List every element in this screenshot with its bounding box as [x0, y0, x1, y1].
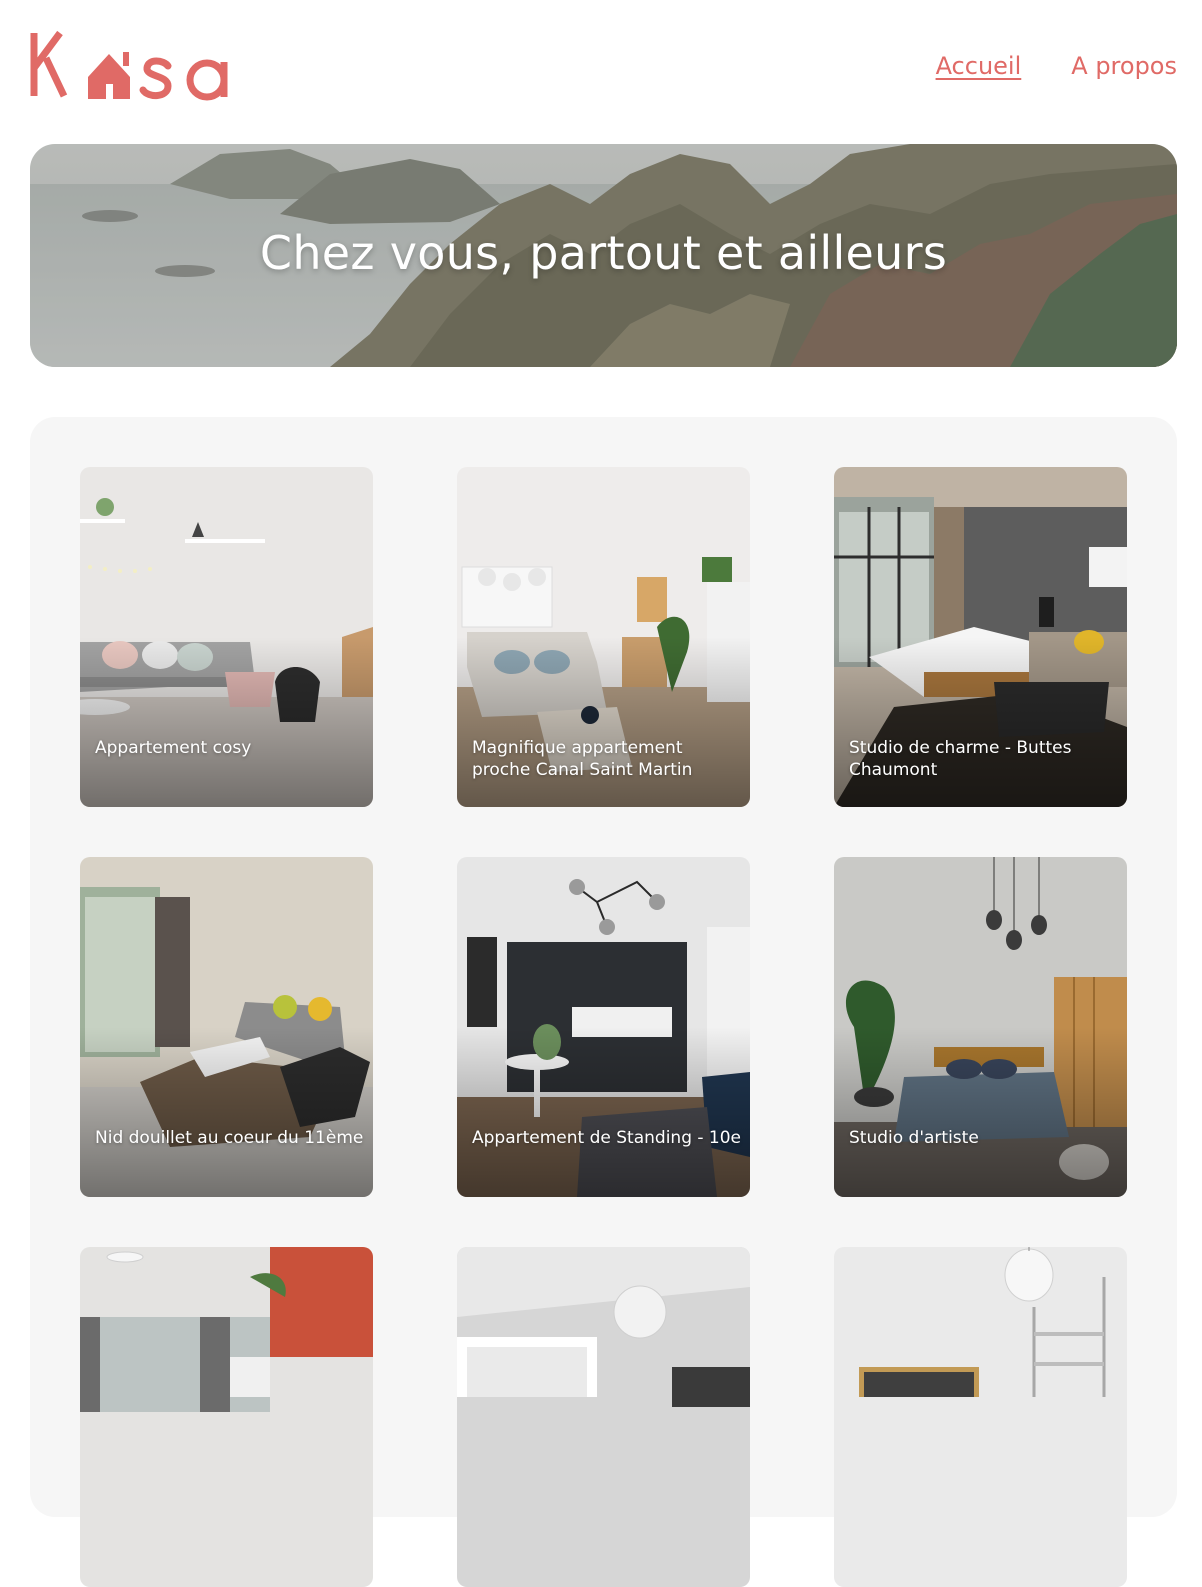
listing-title: Nid douillet au coeur du 11ème: [95, 1128, 364, 1148]
kasa-logo[interactable]: [30, 30, 242, 102]
listing-card[interactable]: Appartement de Standing - 10e: [457, 857, 750, 1197]
listing-title: Appartement cosy: [95, 738, 252, 758]
card-shade: [457, 637, 750, 807]
listing-card[interactable]: Nid douillet au coeur du 11ème: [80, 857, 373, 1197]
listing-card[interactable]: Studio d'artiste: [834, 857, 1127, 1197]
listing-card[interactable]: [80, 1247, 373, 1587]
card-shade: [834, 637, 1127, 807]
listing-card[interactable]: Studio de charme - Buttes Chaumont: [834, 467, 1127, 807]
listing-photo: [80, 1247, 373, 1587]
listing-card[interactable]: Appartement cosy: [80, 467, 373, 807]
card-shade: [80, 1027, 373, 1197]
hero-title: Chez vous, partout et ailleurs: [259, 226, 948, 280]
header: Accueil A propos: [30, 30, 1177, 102]
hero-banner: Chez vous, partout et ailleurs: [30, 144, 1177, 367]
listing-title: Studio d'artiste: [849, 1128, 979, 1148]
card-shade: [834, 1027, 1127, 1197]
listing-photo: [834, 1247, 1127, 1587]
listing-card[interactable]: Magnifique appartement proche Canal Sain…: [457, 467, 750, 807]
nav-a-propos-link[interactable]: A propos: [1071, 52, 1177, 80]
listing-photo: [457, 1247, 750, 1587]
listing-card[interactable]: [457, 1247, 750, 1587]
listing-card[interactable]: [834, 1247, 1127, 1587]
listings-gallery: Appartement cosy Magnifique appartement …: [30, 417, 1177, 1587]
card-shade: [80, 637, 373, 807]
listing-title: Studio de charme - Buttes Chaumont: [849, 738, 1072, 780]
nav-accueil-link[interactable]: Accueil: [936, 52, 1022, 80]
main-nav: Accueil A propos: [936, 52, 1177, 80]
card-shade: [457, 1027, 750, 1197]
listing-title: Magnifique appartement proche Canal Sain…: [472, 738, 693, 780]
listing-title: Appartement de Standing - 10e: [472, 1128, 742, 1148]
